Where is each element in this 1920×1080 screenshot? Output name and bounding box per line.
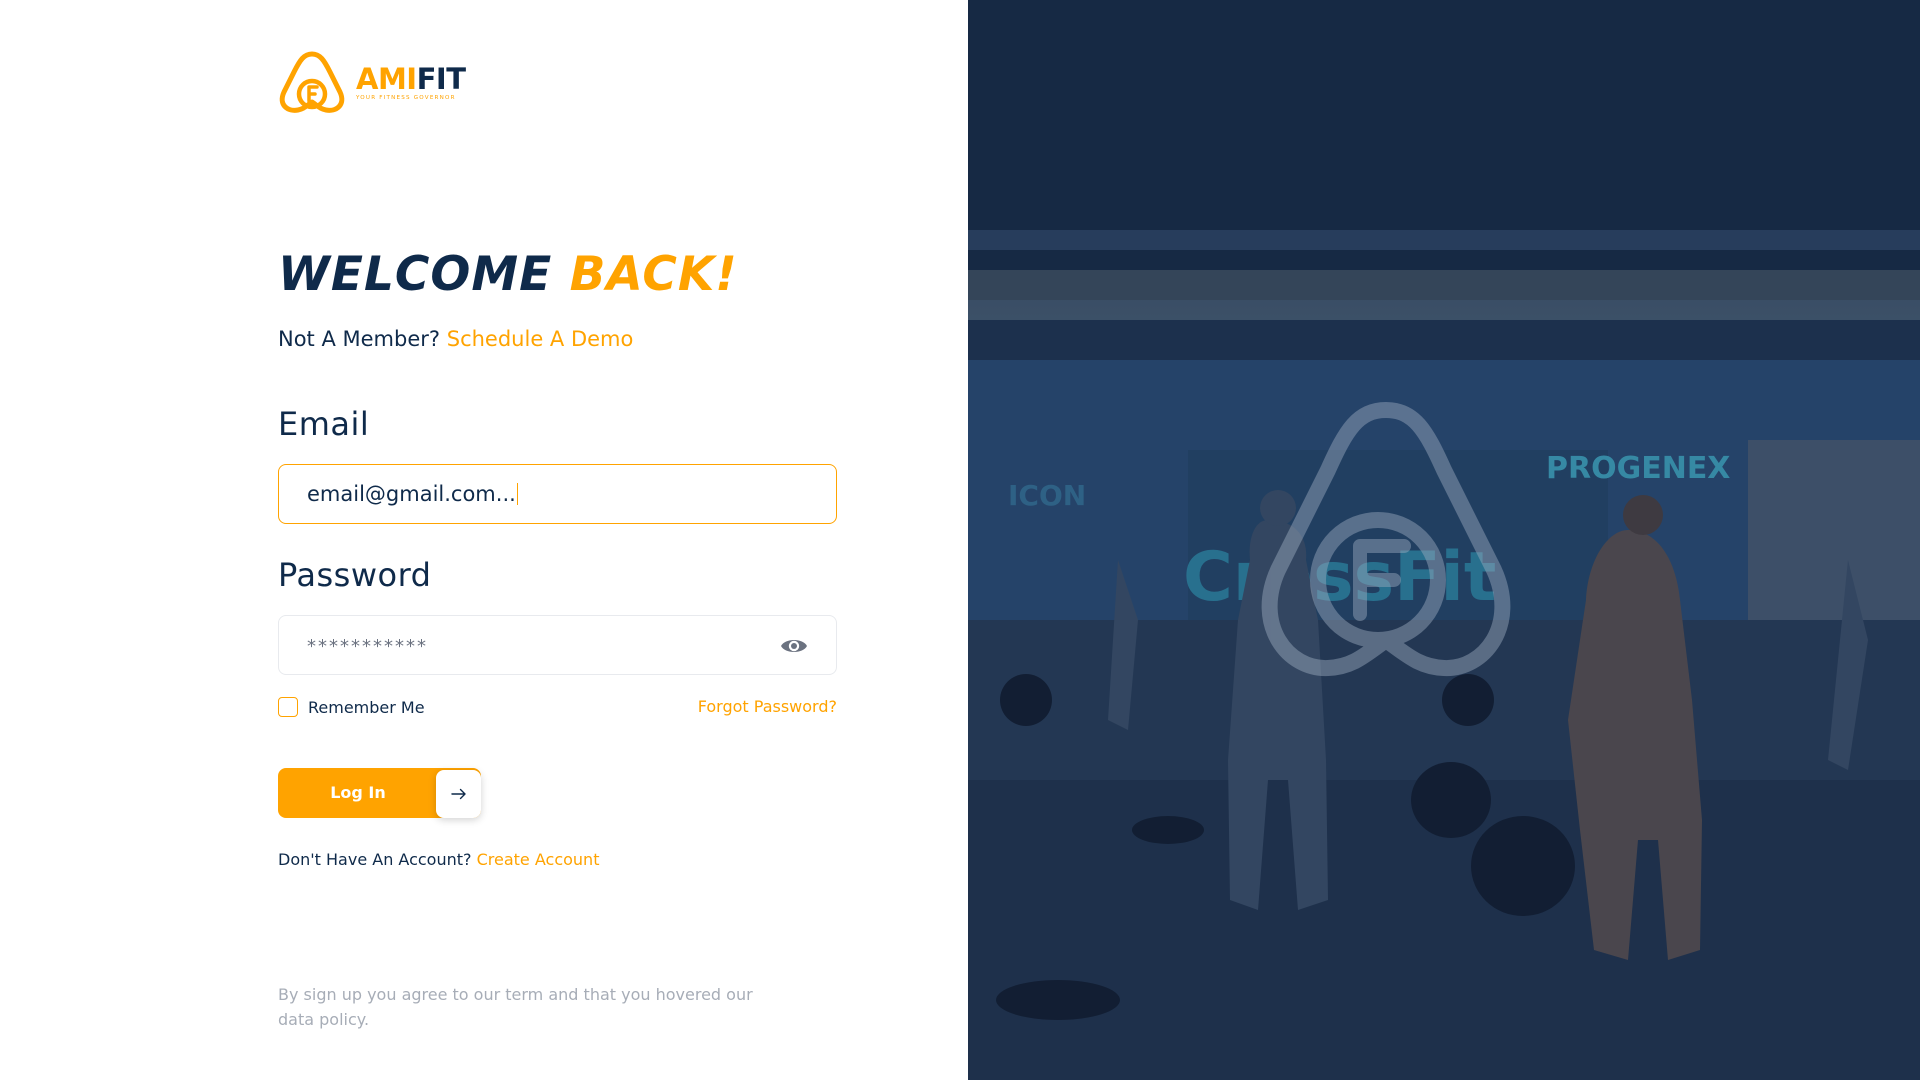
create-account-link[interactable]: Create Account [477,850,600,869]
hero-image-panel: PROGENEX CrossFit ICON [968,0,1920,1080]
brand-logo[interactable]: AMIFIT YOUR FITNESS GOVERNOR [278,50,466,114]
arrow-right-icon [450,788,466,800]
signup-prompt: Don't Have An Account? Create Account [278,849,599,871]
brand-tagline: YOUR FITNESS GOVERNOR [356,94,456,101]
login-panel: AMIFIT YOUR FITNESS GOVERNOR WELCOME BAC… [0,0,968,1080]
signup-prompt-text: Don't Have An Account? [278,850,472,869]
member-prompt-text: Not A Member? [278,327,441,351]
page-title-part1: WELCOME [278,247,553,302]
remember-me-toggle[interactable]: Remember Me [278,697,425,717]
remember-me-label: Remember Me [308,697,425,717]
email-label: Email [278,405,370,443]
text-caret [516,483,519,505]
password-field[interactable]: *********** [278,615,837,675]
brand-wordmark: AMIFIT YOUR FITNESS GOVERNOR [356,61,466,101]
page-title: WELCOME BACK! [278,244,738,306]
email-value: email@gmail.com... [307,482,516,506]
password-value: *********** [307,635,428,657]
login-button-label: Log In [330,783,386,802]
amifit-logo-icon [279,51,345,113]
email-field[interactable]: email@gmail.com... [278,464,837,524]
login-arrow-button[interactable] [436,770,481,818]
brand-name: AMIFIT [356,61,466,96]
page-title-part2: BACK! [569,247,738,302]
login-button-group: Log In [278,768,481,818]
legal-notice: By sign up you agree to our term and tha… [278,985,753,1029]
forgot-password-link[interactable]: Forgot Password? [690,697,837,717]
remember-me-checkbox[interactable] [278,697,298,717]
gym-photo: PROGENEX CrossFit ICON [968,0,1920,1080]
schedule-demo-link[interactable]: Schedule A Demo [447,327,634,351]
password-label: Password [278,556,432,594]
brand-name-part2: FIT [416,61,466,96]
member-prompt: Not A Member? Schedule A Demo [278,325,633,353]
color-overlay [968,0,1920,1080]
brand-name-part1: AMI [356,61,417,96]
eye-icon[interactable] [780,635,808,657]
